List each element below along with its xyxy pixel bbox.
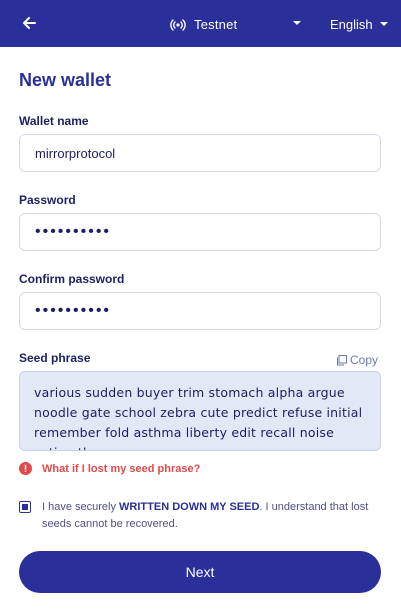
- seed-phrase-label: Seed phrase: [19, 351, 91, 365]
- lost-seed-label: What if I lost my seed phrase?: [42, 462, 201, 475]
- caret-down-icon[interactable]: [292, 19, 302, 27]
- language-label: English: [330, 16, 373, 32]
- lost-seed-link[interactable]: What if I lost my seed phrase?: [19, 462, 200, 475]
- checkbox-check: [22, 504, 28, 510]
- network-selector[interactable]: Testnet: [170, 13, 237, 35]
- agree-text-pre: I have securely: [42, 501, 120, 513]
- copy-button[interactable]: Copy: [336, 353, 378, 367]
- antenna-icon: [170, 19, 186, 31]
- caret-down-icon: [379, 22, 388, 26]
- next-button[interactable]: Next: [19, 551, 381, 593]
- seed-phrase-box[interactable]: various sudden buyer trim stomach alpha …: [19, 371, 381, 451]
- alert-circle-icon: [19, 462, 32, 475]
- confirm-password-input[interactable]: [19, 292, 381, 330]
- agree-text: I have securely WRITTEN DOWN MY SEED. I …: [42, 499, 382, 533]
- password-label: Password: [19, 193, 76, 207]
- copy-icon: [337, 354, 347, 365]
- agree-text-emphasis: WRITTEN DOWN MY SEED: [119, 501, 260, 513]
- agree-checkbox[interactable]: [19, 501, 31, 513]
- arrow-left-icon: [23, 17, 36, 29]
- password-input[interactable]: [19, 213, 381, 251]
- copy-label: Copy: [350, 353, 379, 367]
- seed-phrase-text: various sudden buyer trim stomach alpha …: [34, 385, 363, 450]
- confirm-password-label: Confirm password: [19, 272, 125, 286]
- page-title: New wallet: [19, 70, 112, 90]
- back-button[interactable]: [18, 12, 40, 34]
- wallet-name-label: Wallet name: [19, 114, 89, 128]
- language-selector[interactable]: English: [330, 13, 389, 35]
- network-label: Testnet: [194, 16, 238, 32]
- wallet-name-input[interactable]: [19, 134, 381, 172]
- top-bar: Testnet English: [0, 0, 401, 47]
